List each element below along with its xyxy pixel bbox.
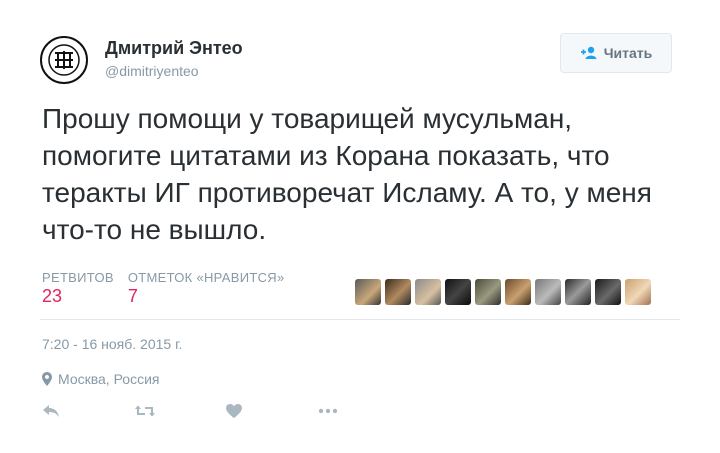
tweet-actions xyxy=(42,400,410,422)
liker-avatar[interactable] xyxy=(385,279,411,305)
liker-avatar[interactable] xyxy=(625,279,651,305)
tweet-stats: РЕТВИТОВ 23 ОТМЕТОК «НРАВИТСЯ» 7 xyxy=(42,270,285,310)
tweet-location[interactable]: Москва, Россия xyxy=(42,371,160,387)
likes-label: ОТМЕТОК «НРАВИТСЯ» xyxy=(127,270,285,285)
follow-button[interactable]: Читать xyxy=(560,33,672,73)
more-button[interactable] xyxy=(318,400,410,422)
liker-avatar[interactable] xyxy=(565,279,591,305)
liker-avatar[interactable] xyxy=(595,279,621,305)
retweet-icon xyxy=(135,405,155,417)
like-button[interactable] xyxy=(226,400,318,422)
liker-avatar[interactable] xyxy=(475,279,501,305)
reply-icon xyxy=(43,405,59,417)
author-handle[interactable]: @dimitriyenteo xyxy=(105,63,199,79)
avatar[interactable] xyxy=(40,36,88,84)
retweets-stat[interactable]: РЕТВИТОВ 23 xyxy=(42,270,114,310)
reply-button[interactable] xyxy=(42,400,134,422)
liker-avatar[interactable] xyxy=(445,279,471,305)
likes-stat[interactable]: ОТМЕТОК «НРАВИТСЯ» 7 xyxy=(128,270,285,310)
tweet-timestamp[interactable]: 7:20 - 16 нояб. 2015 г. xyxy=(42,336,182,352)
likes-count: 7 xyxy=(127,286,138,306)
liker-avatars xyxy=(355,279,651,305)
author-name[interactable]: Дмитрий Энтео xyxy=(105,38,243,59)
heart-icon xyxy=(226,404,242,418)
liker-avatar[interactable] xyxy=(505,279,531,305)
tweet-text: Прошу помощи у товарищей мусульман, помо… xyxy=(42,103,652,245)
retweets-count: 23 xyxy=(42,286,63,306)
location-pin-icon xyxy=(42,372,52,386)
liker-avatar[interactable] xyxy=(535,279,561,305)
follow-label: Читать xyxy=(603,45,653,61)
liker-avatar[interactable] xyxy=(415,279,441,305)
more-icon xyxy=(318,408,338,414)
retweet-button[interactable] xyxy=(134,400,226,422)
location-label: Москва, Россия xyxy=(58,371,160,387)
monogram-logo-icon xyxy=(48,44,80,76)
retweets-label: РЕТВИТОВ xyxy=(42,270,114,285)
add-user-icon xyxy=(580,46,597,59)
stats-divider xyxy=(40,319,680,320)
liker-avatar[interactable] xyxy=(355,279,381,305)
